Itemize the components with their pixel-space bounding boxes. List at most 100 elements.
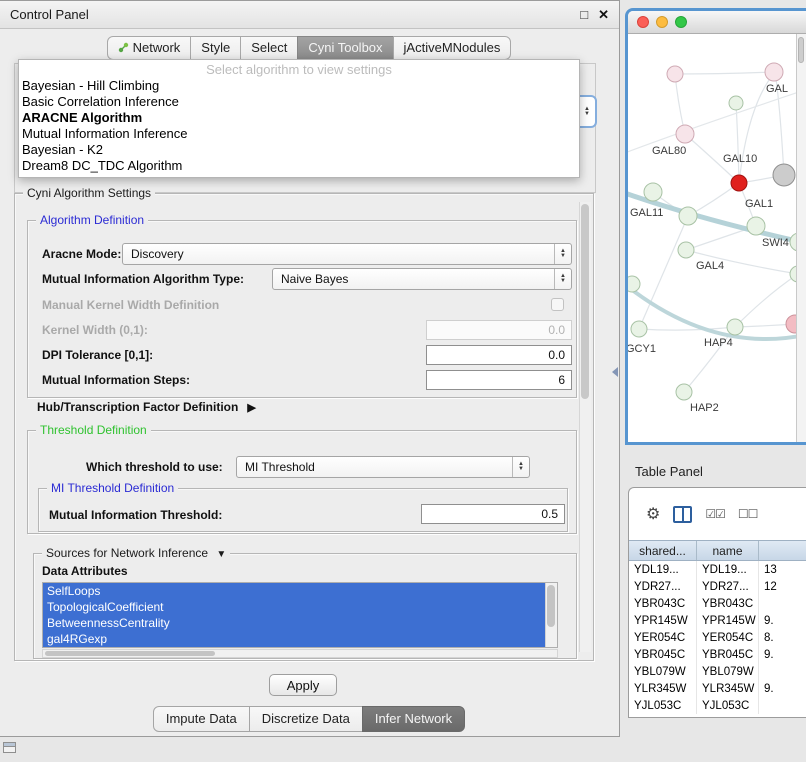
float-panel-icon[interactable]: □ — [580, 7, 588, 23]
network-node-gal[interactable] — [765, 63, 783, 81]
minimize-button[interactable] — [656, 16, 668, 28]
table-cell: YDL19... — [697, 561, 759, 578]
table-row[interactable]: YDL19...YDL19...13 — [629, 561, 806, 578]
deselect-all-icon[interactable]: ☐☐ — [738, 507, 758, 521]
minimized-window-icon[interactable] — [3, 742, 16, 753]
tab-select[interactable]: Select — [240, 36, 298, 60]
column-header-name[interactable]: name — [697, 541, 759, 560]
columns-icon[interactable] — [673, 506, 692, 523]
network-node[interactable] — [773, 164, 795, 186]
which-threshold-label: Which threshold to use: — [86, 460, 223, 474]
select-all-icon[interactable]: ☑☑ — [705, 507, 725, 521]
network-node[interactable] — [679, 207, 697, 225]
attribute-item-betweennesscentrality[interactable]: BetweennessCentrality — [43, 615, 546, 631]
node-label-hap2: HAP2 — [690, 402, 719, 414]
table-cell: YER054C — [697, 629, 759, 646]
kernel-width-field[interactable]: 0.0 — [426, 320, 572, 340]
table-row[interactable]: YJL053CYJL053C — [629, 697, 806, 714]
network-node[interactable] — [729, 96, 743, 110]
tab-jactivemnodules[interactable]: jActiveMNodules — [393, 36, 512, 60]
panel-window-buttons: □ ✕ — [580, 7, 609, 23]
network-canvas[interactable]: GALGAL80GAL10GAL11GAL1SWI4GAL4GCY1HAP4HA… — [628, 34, 806, 442]
network-node-gal1[interactable] — [747, 217, 765, 235]
table-cell: YDL19... — [629, 561, 697, 578]
scrollbar-thumb[interactable] — [798, 37, 804, 63]
combo-stepper-icon: ▲▼ — [512, 457, 529, 477]
manual-kernel-checkbox[interactable] — [551, 298, 564, 311]
combo-stepper-icon: ▲▼ — [554, 244, 571, 264]
apply-button[interactable]: Apply — [269, 674, 337, 696]
table-cell: YJL053C — [629, 697, 697, 714]
scrollbar-thumb[interactable] — [547, 585, 555, 627]
scrollbar-thumb[interactable] — [581, 204, 589, 399]
attribute-item-selfloops[interactable]: SelfLoops — [43, 583, 546, 599]
table-row[interactable]: YLR345WYLR345W9. — [629, 680, 806, 697]
tab-bar: Network StyleSelect Cyni Toolbox jActiveMNo… — [0, 36, 619, 60]
network-node[interactable] — [667, 66, 683, 82]
aracne-mode-select[interactable]: Discovery ▲▼ — [122, 243, 572, 265]
mi-steps-label: Mutual Information Steps: — [42, 373, 190, 387]
network-node-gcy1[interactable] — [631, 321, 647, 337]
splitter-collapse-arrow[interactable] — [612, 367, 618, 377]
network-node[interactable] — [628, 276, 640, 292]
network-node-gal80[interactable] — [676, 125, 694, 143]
table-row[interactable]: YBR045CYBR045C9. — [629, 646, 806, 663]
manual-kernel-label: Manual Kernel Width Definition — [42, 298, 219, 312]
attribute-item-topologicalcoefficient[interactable]: TopologicalCoefficient — [43, 599, 546, 615]
table-row[interactable]: YBL079WYBL079W — [629, 663, 806, 680]
network-vertical-scrollbar[interactable] — [796, 34, 806, 442]
settings-vertical-scrollbar[interactable] — [579, 202, 591, 652]
close-icon[interactable]: ✕ — [598, 7, 609, 23]
tab-discretize-data[interactable]: Discretize Data — [249, 706, 363, 732]
table-cell: YBR043C — [629, 595, 697, 612]
attribute-item-gal4rgexp[interactable]: gal4RGexp — [43, 631, 546, 647]
tab-impute-data[interactable]: Impute Data — [153, 706, 250, 732]
column-header-shared[interactable]: shared... — [629, 541, 697, 560]
table-body: YDL19...YDL19...13YDR27...YDR27...12YBR0… — [629, 561, 806, 714]
algorithm-option-dream8-dc-tdc-algorithm[interactable]: Dream8 DC_TDC Algorithm — [19, 158, 579, 174]
mi-algorithm-type-select[interactable]: Naive Bayes ▲▼ — [272, 268, 572, 290]
scrollbar-thumb[interactable] — [45, 651, 215, 656]
tab-style[interactable]: Style — [190, 36, 241, 60]
hub-section-label: Hub/Transcription Factor Definition — [37, 400, 238, 414]
algorithm-option-basic-correlation-inference[interactable]: Basic Correlation Inference — [19, 94, 579, 110]
node-label-hap4: HAP4 — [704, 337, 733, 349]
attributes-vertical-scrollbar[interactable] — [545, 583, 557, 647]
table-row[interactable]: YER054CYER054C8. — [629, 629, 806, 646]
column-header-col-2[interactable] — [759, 541, 805, 560]
algorithm-dropdown-popup: Select algorithm to view settings Bayesi… — [18, 59, 580, 178]
table-cell: YER054C — [629, 629, 697, 646]
network-node-gal10[interactable] — [731, 175, 747, 191]
tab-label: Network — [133, 40, 181, 55]
table-row[interactable]: YPR145WYPR145W9. — [629, 612, 806, 629]
table-cell — [759, 697, 805, 714]
mi-threshold-field[interactable]: 0.5 — [421, 504, 565, 524]
algorithm-option-aracne-algorithm[interactable]: ARACNE Algorithm — [19, 110, 579, 126]
algorithm-option-bayesian-hill-climbing[interactable]: Bayesian - Hill Climbing — [19, 78, 579, 94]
gear-icon[interactable]: ⚙ — [646, 504, 660, 524]
popup-placeholder: Select algorithm to view settings — [19, 61, 579, 78]
table-cell: YBR045C — [629, 646, 697, 663]
close-button[interactable] — [637, 16, 649, 28]
tab-network[interactable]: Network — [107, 36, 192, 60]
attributes-horizontal-scrollbar[interactable] — [42, 649, 558, 658]
node-label-gal11: GAL11 — [630, 207, 663, 219]
algorithm-option-bayesian-k2[interactable]: Bayesian - K2 — [19, 142, 579, 158]
hub-transcription-factor-section[interactable]: Hub/Transcription Factor Definition ▶ — [37, 400, 256, 414]
table-row[interactable]: YDR27...YDR27...12 — [629, 578, 806, 595]
network-node-gal4[interactable] — [678, 242, 694, 258]
zoom-button[interactable] — [675, 16, 687, 28]
network-node-hap2[interactable] — [676, 384, 692, 400]
table-row[interactable]: YBR043CYBR043C — [629, 595, 806, 612]
table-cell: YBL079W — [629, 663, 697, 680]
tab-label: Cyni Toolbox — [308, 40, 382, 55]
network-node-hap4[interactable] — [727, 319, 743, 335]
mi-steps-field[interactable]: 6 — [426, 370, 572, 390]
network-node-gal11[interactable] — [644, 183, 662, 201]
dpi-tolerance-field[interactable]: 0.0 — [426, 345, 572, 365]
which-threshold-select[interactable]: MI Threshold ▲▼ — [236, 456, 530, 478]
tab-cyni-toolbox[interactable]: Cyni Toolbox — [297, 36, 393, 60]
sources-group-title[interactable]: Sources for Network Inference ▼ — [42, 546, 230, 560]
tab-infer-network[interactable]: Infer Network — [362, 706, 465, 732]
algorithm-option-mutual-information-inference[interactable]: Mutual Information Inference — [19, 126, 579, 142]
